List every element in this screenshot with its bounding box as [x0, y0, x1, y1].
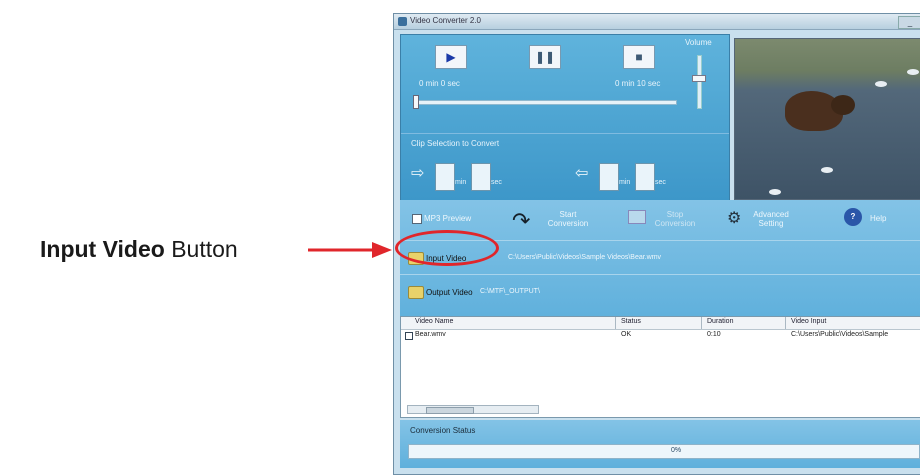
gear-icon[interactable]: ⚙ — [727, 208, 741, 228]
volume-slider[interactable] — [697, 55, 702, 109]
input-video-path: C:\Users\Public\Videos\Sample Videos\Bea… — [508, 254, 662, 261]
callout-label: Input Video Button — [40, 236, 238, 263]
panel-divider — [401, 133, 729, 134]
output-video-button[interactable]: Output Video — [426, 288, 473, 297]
column-header-video-name[interactable]: Video Name — [415, 318, 453, 325]
preview-bird — [907, 69, 919, 75]
pause-button[interactable]: ❚❚ — [529, 45, 561, 69]
volume-label: Volume — [685, 38, 712, 47]
video-preview — [734, 38, 920, 200]
window-controls[interactable]: _ — [898, 16, 920, 29]
callout-highlight-ring — [395, 230, 499, 266]
player-panel: ▶ ❚❚ ■ Volume 0 min 0 sec 0 min 10 sec C… — [400, 34, 730, 201]
cell-status: OK — [621, 331, 632, 338]
stop-conversion-button[interactable]: Stop Conversion — [650, 210, 700, 228]
preview-bird — [875, 81, 887, 87]
start-point-icon[interactable]: ⇨ — [411, 163, 424, 183]
start-sec-unit: sec — [491, 179, 502, 186]
horizontal-scrollbar[interactable] — [407, 405, 539, 414]
advanced-setting-button[interactable]: Advanced Setting — [746, 210, 796, 228]
window-title: Video Converter 2.0 — [410, 16, 482, 25]
preview-bird — [821, 167, 833, 173]
column-header-video-input[interactable]: Video Input — [791, 318, 826, 325]
cell-video-name: Bear.wmv — [415, 331, 446, 338]
column-header-duration[interactable]: Duration — [707, 318, 733, 325]
app-icon — [398, 17, 407, 26]
start-min-field[interactable] — [435, 163, 455, 191]
column-separator[interactable] — [701, 317, 702, 329]
mp3-preview-checkbox[interactable] — [412, 214, 422, 224]
cell-video-input: C:\Users\Public\Videos\Sample — [791, 331, 889, 338]
mp3-preview-label: MP3 Preview — [424, 214, 472, 223]
output-folder-icon[interactable] — [408, 286, 424, 299]
stop-button[interactable]: ■ — [623, 45, 655, 69]
clip-selection-label: Clip Selection to Convert — [411, 139, 500, 148]
start-conversion-icon[interactable]: ↷ — [512, 208, 530, 234]
callout-label-rest: Button — [171, 236, 238, 262]
seek-bar-handle[interactable] — [413, 95, 419, 109]
column-header-status[interactable]: Status — [621, 318, 641, 325]
end-sec-unit: sec — [655, 179, 666, 186]
seek-bar[interactable] — [413, 100, 677, 105]
conversion-progress-bar: 0% — [408, 444, 920, 459]
progress-percent: 0% — [671, 447, 682, 454]
callout-label-bold: Input Video — [40, 236, 165, 262]
column-separator[interactable] — [615, 317, 616, 329]
volume-slider-handle[interactable] — [692, 75, 706, 82]
help-button[interactable]: Help — [870, 214, 886, 223]
row-checkbox[interactable] — [405, 332, 413, 340]
start-min-unit: min — [455, 179, 467, 186]
video-list: Video Name Status Duration Video Input B… — [400, 316, 920, 418]
list-header: Video Name Status Duration Video Input — [401, 317, 920, 330]
start-sec-field[interactable] — [471, 163, 491, 191]
help-icon[interactable]: ? — [844, 208, 862, 226]
play-button[interactable]: ▶ — [435, 45, 467, 69]
callout-arrow — [308, 242, 392, 258]
cell-duration: 0:10 — [707, 331, 721, 338]
stop-conversion-icon[interactable] — [628, 210, 646, 224]
table-row[interactable]: Bear.wmv OK 0:10 C:\Users\Public\Videos\… — [401, 331, 920, 342]
conversion-status-label: Conversion Status — [410, 426, 476, 435]
total-time: 0 min 10 sec — [615, 79, 661, 88]
end-min-unit: min — [619, 179, 631, 186]
end-point-icon[interactable]: ⇦ — [575, 163, 588, 183]
scrollbar-thumb[interactable] — [426, 407, 474, 414]
column-separator[interactable] — [785, 317, 786, 329]
status-panel: Conversion Status 0% — [400, 420, 920, 468]
row-divider — [400, 274, 920, 275]
end-min-field[interactable] — [599, 163, 619, 191]
current-time: 0 min 0 sec — [419, 79, 460, 88]
end-sec-field[interactable] — [635, 163, 655, 191]
output-video-path: C:\MTF\_OUTPUT\ — [480, 288, 540, 295]
preview-bear-head — [831, 95, 855, 115]
title-bar: Video Converter 2.0 _ — [394, 14, 920, 30]
start-conversion-button[interactable]: Start Conversion — [540, 210, 596, 228]
preview-bird — [769, 189, 781, 195]
